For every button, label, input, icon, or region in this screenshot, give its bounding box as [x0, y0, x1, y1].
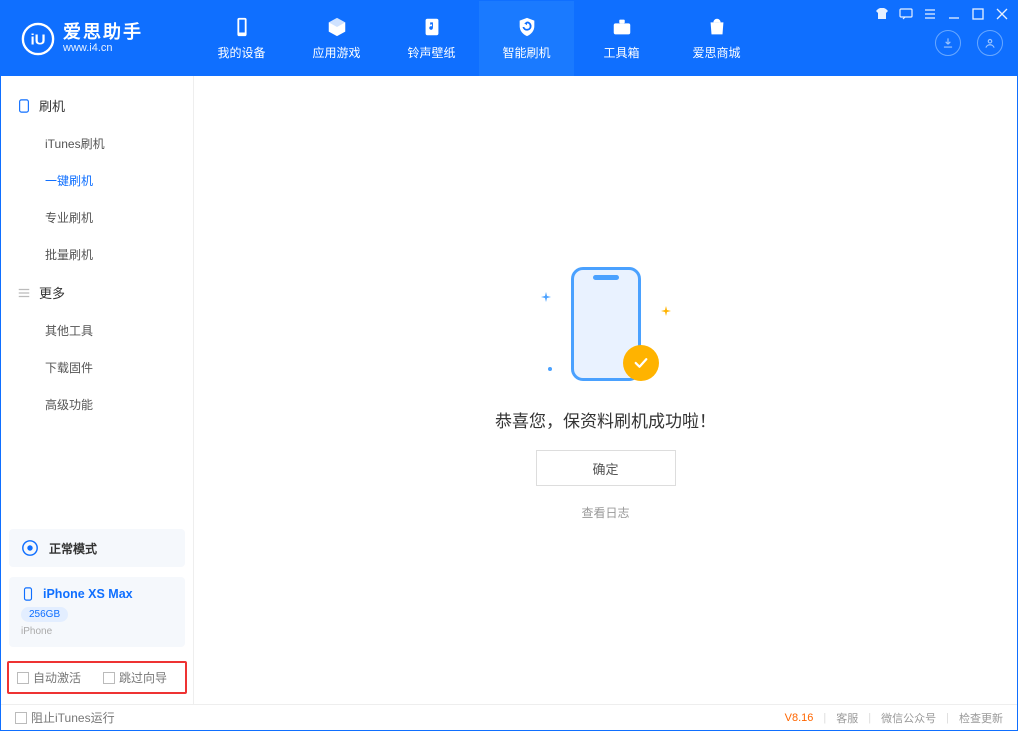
shopping-bag-icon [706, 16, 728, 38]
list-icon [17, 286, 31, 300]
main-content: 恭喜您，保资料刷机成功啦！ 确定 查看日志 [194, 76, 1017, 704]
device-icon [21, 587, 35, 601]
tab-toolbox[interactable]: 工具箱 [574, 1, 669, 76]
footer-link-check-update[interactable]: 检查更新 [959, 710, 1003, 726]
header-right-buttons [935, 30, 1003, 56]
top-tabs: 我的设备 应用游戏 铃声壁纸 智能刷机 工具箱 爱思商城 [194, 1, 764, 76]
svg-text:iU: iU [30, 31, 45, 48]
sidebar-group-more[interactable]: 更多 [9, 273, 185, 312]
success-illustration [541, 259, 671, 389]
checkbox-block-itunes[interactable]: 阻止iTunes运行 [15, 709, 115, 726]
status-bar: 阻止iTunes运行 V8.16 | 客服 | 微信公众号 | 检查更新 [1, 704, 1017, 730]
checkbox-auto-activate[interactable]: 自动激活 [17, 669, 81, 686]
app-logo: iU 爱思助手 www.i4.cn [1, 1, 194, 76]
close-button[interactable] [995, 7, 1009, 21]
refresh-shield-icon [516, 16, 538, 38]
checkmark-badge-icon [623, 345, 659, 381]
footer-link-support[interactable]: 客服 [836, 710, 858, 726]
title-bar: iU 爱思助手 www.i4.cn 我的设备 应用游戏 铃声壁纸 智能刷机 工具… [1, 1, 1017, 76]
sidebar-group-flash[interactable]: 刷机 [9, 86, 185, 125]
toolbox-icon [611, 16, 633, 38]
sparkle-icon [545, 361, 555, 371]
footer-link-wechat[interactable]: 微信公众号 [881, 710, 936, 726]
sidebar-item-other-tools[interactable]: 其他工具 [9, 312, 185, 349]
mode-card[interactable]: 正常模式 [9, 529, 185, 567]
checkbox-icon [17, 672, 29, 684]
logo-icon: iU [21, 22, 55, 56]
checkbox-skip-guide[interactable]: 跳过向导 [103, 669, 167, 686]
sidebar-item-oneclick-flash[interactable]: 一键刷机 [9, 162, 185, 199]
tab-apps-games[interactable]: 应用游戏 [289, 1, 384, 76]
menu-icon[interactable] [923, 7, 937, 21]
version-label: V8.16 [785, 712, 814, 724]
checkbox-icon [15, 712, 27, 724]
app-name-cn: 爱思助手 [63, 23, 143, 41]
phone-icon [231, 16, 253, 38]
ok-button[interactable]: 确定 [536, 450, 676, 486]
checkbox-icon [103, 672, 115, 684]
maximize-button[interactable] [971, 7, 985, 21]
mode-icon [21, 539, 39, 557]
cube-icon [326, 16, 348, 38]
music-file-icon [421, 16, 443, 38]
window-controls [875, 7, 1009, 21]
sparkle-icon [541, 289, 551, 299]
account-button[interactable] [977, 30, 1003, 56]
app-name-en: www.i4.cn [63, 43, 143, 54]
device-card[interactable]: iPhone XS Max 256GB iPhone [9, 577, 185, 647]
tablet-icon [17, 99, 31, 113]
sidebar-item-itunes-flash[interactable]: iTunes刷机 [9, 125, 185, 162]
view-log-link[interactable]: 查看日志 [581, 504, 629, 521]
success-message: 恭喜您，保资料刷机成功啦！ [495, 407, 716, 432]
minimize-button[interactable] [947, 7, 961, 21]
highlighted-checkbox-row: 自动激活 跳过向导 [7, 661, 187, 694]
sidebar-item-pro-flash[interactable]: 专业刷机 [9, 199, 185, 236]
sidebar-item-download-firmware[interactable]: 下载固件 [9, 349, 185, 386]
sparkle-icon [661, 303, 671, 313]
feedback-icon[interactable] [899, 7, 913, 21]
storage-badge: 256GB [21, 607, 68, 622]
download-button[interactable] [935, 30, 961, 56]
tab-my-device[interactable]: 我的设备 [194, 1, 289, 76]
tab-store[interactable]: 爱思商城 [669, 1, 764, 76]
sidebar: 刷机 iTunes刷机 一键刷机 专业刷机 批量刷机 更多 其他工具 下载固件 … [1, 76, 194, 704]
tshirt-icon[interactable] [875, 7, 889, 21]
sidebar-item-advanced[interactable]: 高级功能 [9, 386, 185, 423]
tab-ringtones-wallpapers[interactable]: 铃声壁纸 [384, 1, 479, 76]
device-sub: iPhone [21, 626, 173, 637]
sidebar-item-batch-flash[interactable]: 批量刷机 [9, 236, 185, 273]
tab-smart-flash[interactable]: 智能刷机 [479, 1, 574, 76]
